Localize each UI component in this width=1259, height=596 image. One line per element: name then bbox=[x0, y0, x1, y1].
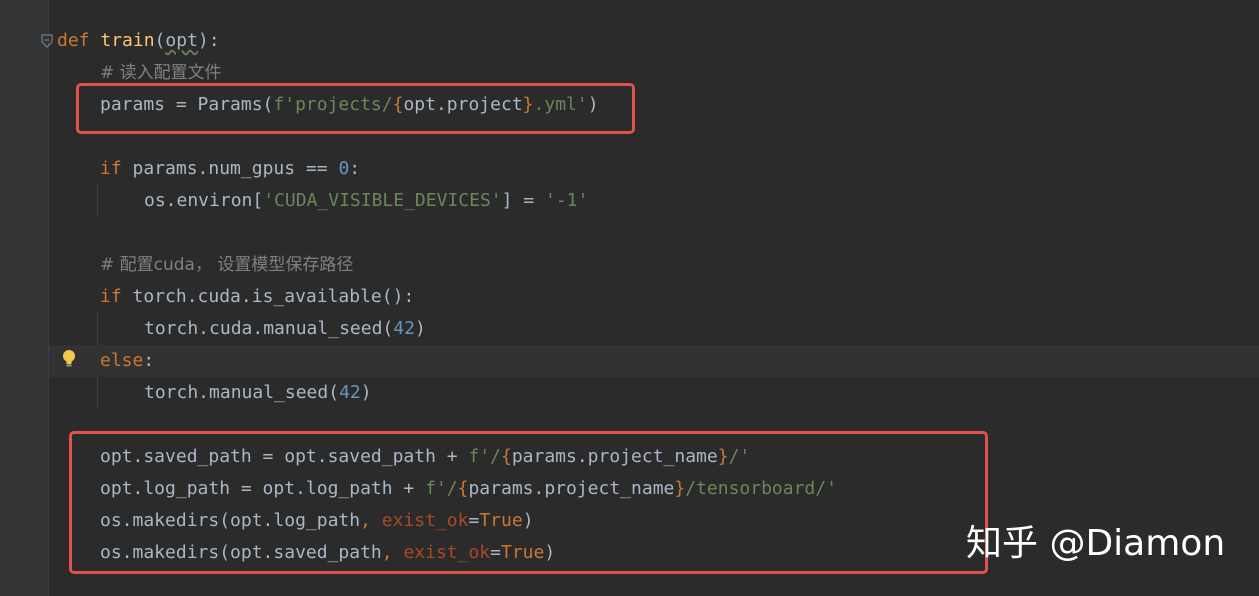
code-text: torch.cuda.is_available(): bbox=[121, 286, 415, 307]
code-line-if-cuda[interactable]: if torch.cuda.is_available(): bbox=[100, 281, 414, 313]
string-literal: '-1' bbox=[545, 190, 589, 211]
code-text: params.num_gpus == bbox=[121, 158, 339, 179]
code-line-def[interactable]: def train(opt): bbox=[57, 25, 220, 57]
code-line-else[interactable]: else: bbox=[100, 345, 154, 377]
editor-gutter[interactable] bbox=[0, 0, 48, 596]
indent-guide bbox=[97, 377, 98, 409]
code-text: ] = bbox=[501, 190, 545, 211]
code-line-cuda-seed[interactable]: torch.cuda.manual_seed(42) bbox=[144, 313, 426, 345]
highlight-box-paths bbox=[69, 431, 988, 574]
comment: # 读入配置文件 bbox=[100, 63, 222, 83]
code-text: : bbox=[143, 350, 155, 371]
indent-guide bbox=[97, 185, 98, 217]
keyword-if: if bbox=[100, 286, 122, 307]
keyword-else: else bbox=[100, 350, 144, 371]
highlight-box-params bbox=[76, 83, 635, 134]
code-line-environ[interactable]: os.environ['CUDA_VISIBLE_DEVICES'] = '-1… bbox=[144, 185, 588, 217]
paren: ( bbox=[154, 30, 166, 51]
code-line-manual-seed[interactable]: torch.manual_seed(42) bbox=[144, 377, 372, 409]
number-literal: 42 bbox=[393, 318, 415, 339]
string-literal: 'CUDA_VISIBLE_DEVICES' bbox=[263, 190, 502, 211]
code-text: : bbox=[349, 158, 361, 179]
lightbulb-icon[interactable] bbox=[62, 349, 76, 369]
indent-guide bbox=[97, 313, 98, 345]
keyword-def: def bbox=[57, 30, 90, 51]
code-text: ) bbox=[414, 318, 426, 339]
code-text: ) bbox=[360, 382, 372, 403]
code-text: torch.manual_seed( bbox=[144, 382, 340, 403]
fold-icon[interactable] bbox=[41, 34, 53, 48]
gutter-divider bbox=[48, 0, 49, 596]
param-opt: opt bbox=[165, 30, 198, 51]
number-literal: 42 bbox=[339, 382, 361, 403]
zhihu-watermark: 知乎 @Diamon bbox=[966, 523, 1226, 564]
number-literal: 0 bbox=[338, 158, 350, 179]
current-line-highlight bbox=[49, 345, 1259, 377]
keyword-if: if bbox=[100, 158, 122, 179]
code-line-comment-2[interactable]: # 配置cuda， 设置模型保存路径 bbox=[100, 249, 353, 281]
comment: # 配置cuda， 设置模型保存路径 bbox=[100, 255, 354, 275]
paren: ): bbox=[197, 30, 220, 51]
code-text: torch.cuda.manual_seed( bbox=[144, 318, 394, 339]
code-text: os.environ[ bbox=[144, 190, 264, 211]
code-line-if-gpus[interactable]: if params.num_gpus == 0: bbox=[100, 153, 360, 185]
function-name: train bbox=[100, 30, 155, 51]
